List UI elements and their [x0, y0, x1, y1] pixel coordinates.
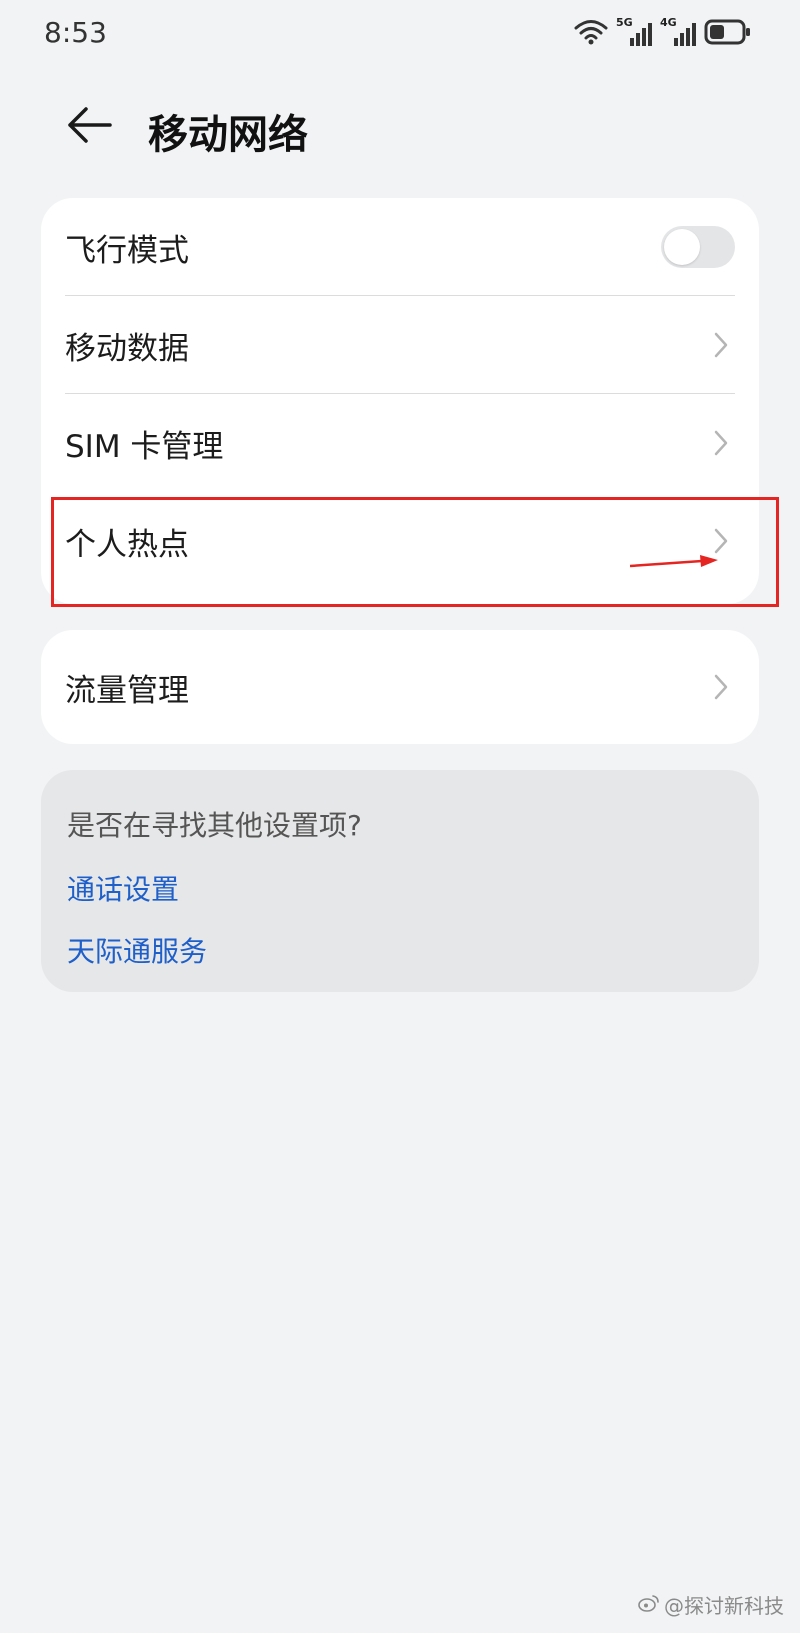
airplane-mode-row[interactable]: 飞行模式: [65, 198, 735, 296]
sim-management-label: SIM 卡管理: [65, 428, 224, 465]
watermark: @探讨新科技: [638, 1590, 784, 1619]
signal-4g-icon: 4G: [660, 17, 696, 48]
chevron-right-icon: [711, 330, 731, 360]
mobile-data-row[interactable]: 移动数据: [65, 296, 735, 394]
data-usage-card: 流量管理: [41, 630, 759, 744]
back-button[interactable]: [62, 100, 116, 154]
data-usage-label: 流量管理: [65, 672, 189, 709]
watermark-text: @探讨新科技: [664, 1594, 784, 1618]
wifi-icon: [574, 18, 608, 50]
back-arrow-icon: [66, 105, 112, 149]
weibo-logo-icon: [638, 1593, 660, 1617]
battery-icon: [704, 19, 752, 49]
chevron-right-icon: [711, 428, 731, 458]
page-title: 移动网络: [148, 112, 308, 158]
mobile-data-label: 移动数据: [65, 330, 189, 367]
toggle-knob: [664, 229, 700, 265]
header: 移动网络: [0, 80, 800, 170]
airplane-mode-label: 飞行模式: [65, 232, 189, 269]
status-icons: 5G 4G: [574, 17, 752, 50]
status-bar: 8:53 5G 4G: [0, 0, 800, 70]
sim-management-row[interactable]: SIM 卡管理: [65, 394, 735, 492]
chevron-right-icon: [711, 672, 731, 702]
annotation-arrow-icon: [630, 555, 718, 568]
call-settings-link[interactable]: 通话设置: [67, 868, 733, 908]
airplane-mode-toggle[interactable]: [661, 226, 735, 268]
signal-5g-icon: 5G: [616, 17, 652, 48]
status-time: 8:53: [44, 16, 107, 49]
related-settings-title: 是否在寻找其他设置项?: [67, 809, 362, 842]
data-usage-row[interactable]: 流量管理: [65, 630, 735, 744]
related-settings-card: 是否在寻找其他设置项? 通话设置 天际通服务: [41, 770, 759, 992]
tianjitong-service-link[interactable]: 天际通服务: [67, 930, 733, 970]
